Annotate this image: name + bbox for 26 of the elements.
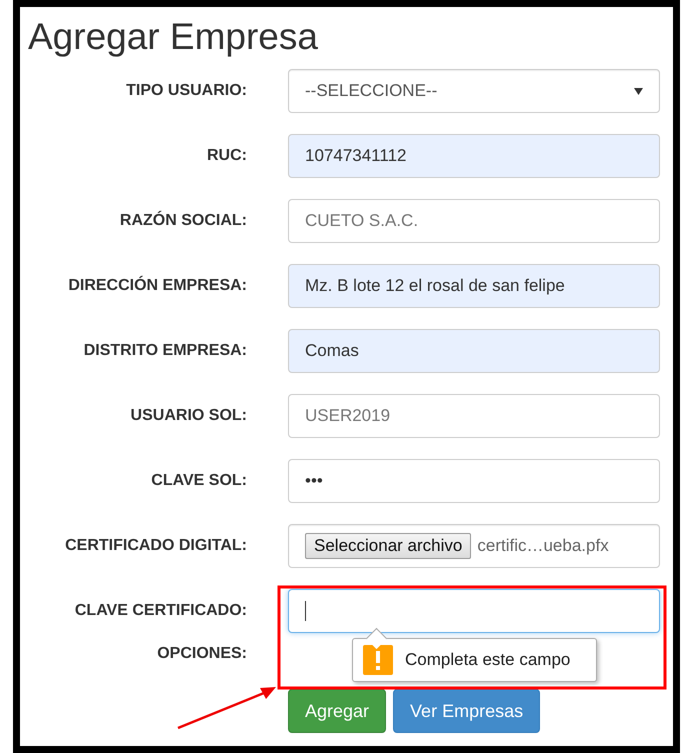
field-label: CERTIFICADO DIGITAL: — [64, 537, 247, 555]
input-field[interactable]: Mz. B lote 12 el rosal de san felipe — [288, 264, 660, 308]
caret-icon — [634, 88, 643, 94]
field-label: RAZÓN SOCIAL: — [118, 212, 247, 230]
page-title: Agregar Empresa — [27, 15, 319, 59]
file-name: certific…ueba.pfx — [477, 536, 609, 556]
text-cursor — [305, 601, 306, 621]
input-field[interactable]: USER2019 — [288, 394, 660, 438]
field-label: RUC: — [206, 147, 247, 165]
field-label: OPCIONES: — [156, 644, 247, 663]
field-label: CLAVE CERTIFICADO: — [74, 602, 247, 620]
field-label: DISTRITO EMPRESA: — [82, 342, 247, 360]
field-label: DIRECCIÓN EMPRESA: — [67, 277, 247, 295]
field-label: CLAVE SOL: — [150, 472, 247, 490]
action-button[interactable]: Ver Empresas — [393, 689, 540, 733]
choose-file-button[interactable]: Seleccionar archivo — [305, 533, 472, 559]
input-field[interactable]: 10747341112 — [288, 134, 660, 178]
select-field[interactable]: --SELECCIONE-- — [288, 69, 660, 113]
field-label: TIPO USUARIO: — [125, 82, 247, 100]
input-field[interactable]: ••• — [288, 459, 660, 503]
tooltip-text: Completa este campo — [405, 650, 570, 670]
input-field[interactable]: Comas — [288, 329, 660, 373]
input-field[interactable]: CUETO S.A.C. — [288, 199, 660, 243]
warning-icon — [363, 645, 393, 675]
file-field[interactable]: Seleccionar archivo certific…ueba.pfx — [288, 524, 660, 568]
field-label: USUARIO SOL: — [130, 407, 247, 425]
